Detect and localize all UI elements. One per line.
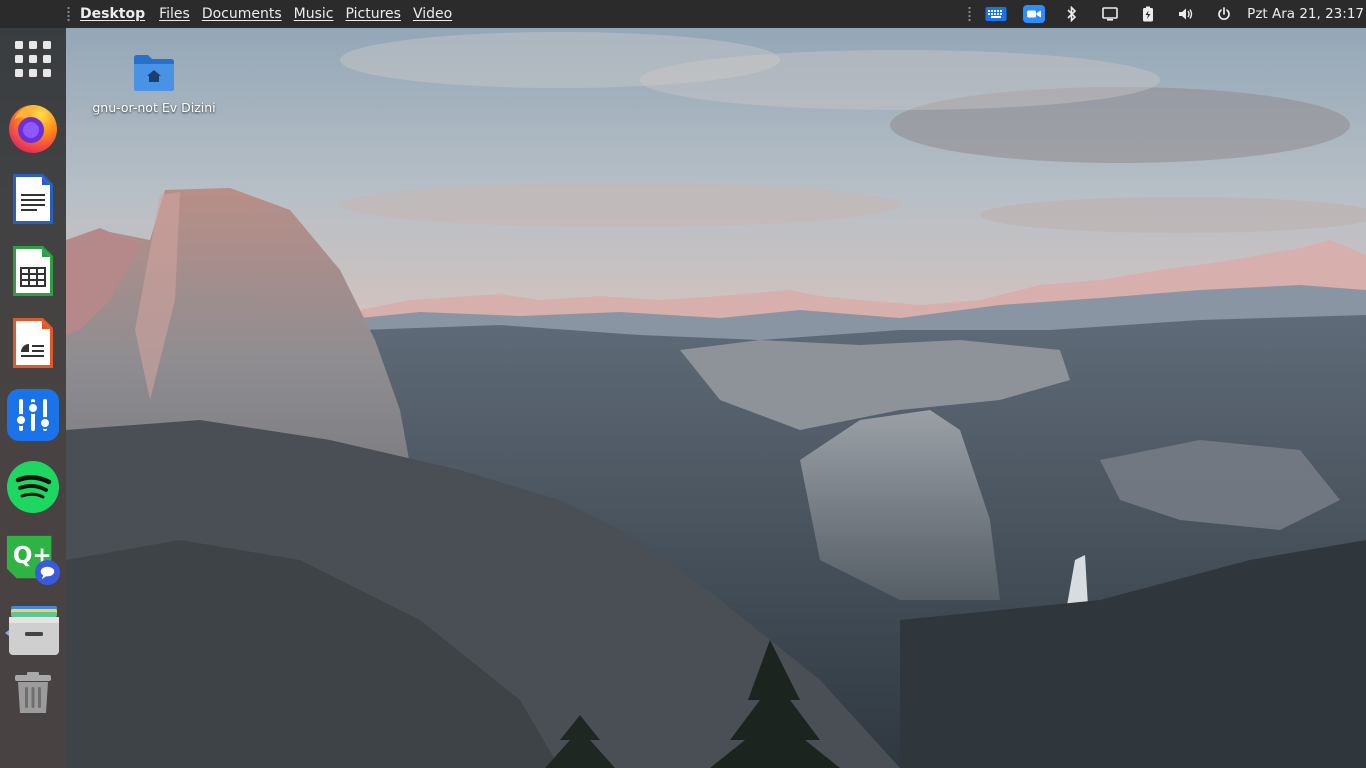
- top-bar: Desktop Files Documents Music Pictures V…: [0, 0, 1366, 28]
- zoom-icon[interactable]: [1022, 4, 1046, 24]
- home-folder-label: gnu-or-not Ev Dizini: [92, 100, 216, 115]
- place-files[interactable]: Files: [159, 6, 190, 22]
- libreoffice-calc-icon[interactable]: [5, 243, 61, 299]
- clock[interactable]: Pzt Ara 21, 23:17: [1247, 6, 1364, 22]
- place-video[interactable]: Video: [413, 6, 452, 22]
- power-icon[interactable]: [1212, 4, 1236, 24]
- trash-icon[interactable]: [5, 665, 61, 721]
- qt-chat-icon[interactable]: Q+: [5, 531, 61, 587]
- spotify-icon[interactable]: [5, 459, 61, 515]
- place-music[interactable]: Music: [294, 6, 334, 22]
- tray-drag-handle[interactable]: [968, 6, 972, 22]
- libreoffice-impress-icon[interactable]: [5, 315, 61, 371]
- volume-icon[interactable]: [1174, 4, 1198, 24]
- battery-icon[interactable]: [1136, 4, 1160, 24]
- place-pictures[interactable]: Pictures: [346, 6, 401, 22]
- app-grid-icon[interactable]: [5, 31, 61, 87]
- places-menu: Desktop Files Documents Music Pictures V…: [80, 0, 464, 28]
- system-tray: Pzt Ara 21, 23:17: [968, 0, 1366, 28]
- places-drag-handle[interactable]: [67, 6, 70, 22]
- home-folder-shortcut[interactable]: gnu-or-not Ev Dizini: [84, 52, 224, 115]
- place-desktop[interactable]: Desktop: [80, 6, 145, 22]
- desktop-wallpaper: [0, 0, 1366, 768]
- libreoffice-writer-icon[interactable]: [5, 171, 61, 227]
- firefox-icon[interactable]: [5, 99, 61, 155]
- files-manager-icon[interactable]: [5, 603, 61, 659]
- keyboard-icon[interactable]: [984, 4, 1008, 24]
- tweaks-icon[interactable]: [5, 387, 61, 443]
- place-documents[interactable]: Documents: [202, 6, 282, 22]
- dock: Q+: [0, 28, 66, 768]
- display-icon[interactable]: [1098, 4, 1122, 24]
- home-folder-icon: [134, 55, 174, 91]
- bluetooth-icon[interactable]: [1060, 4, 1084, 24]
